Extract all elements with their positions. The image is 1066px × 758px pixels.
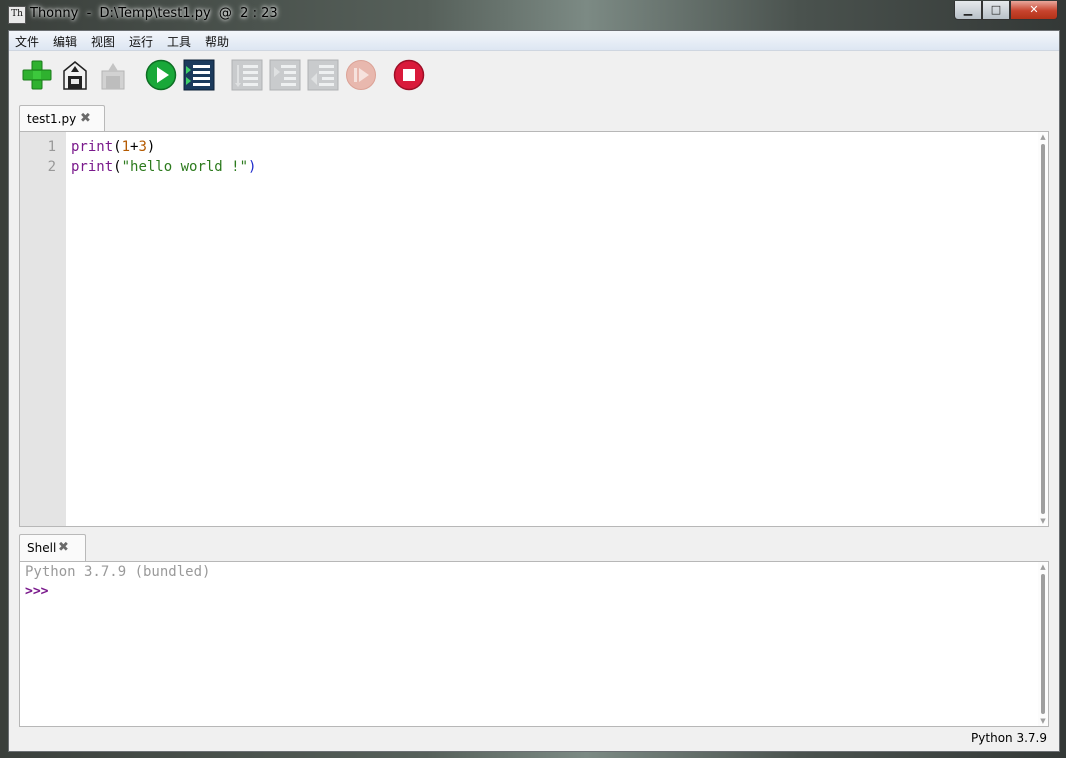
builtin-token: print <box>71 159 114 175</box>
thonny-logo-icon[interactable]: Th <box>8 6 26 24</box>
menu-edit[interactable]: 编辑 <box>53 33 77 50</box>
toolbar <box>9 51 1059 101</box>
debug-button[interactable] <box>183 59 215 91</box>
scroll-down-icon[interactable]: ▼ <box>1038 717 1048 725</box>
paren-token: ) <box>248 159 257 175</box>
scrollbar-thumb[interactable] <box>1041 144 1045 514</box>
code-editor[interactable]: 1 2 print(1+3) print("hello world !") ▲ … <box>19 131 1049 527</box>
new-file-icon <box>22 60 52 90</box>
title-bar[interactable]: Th Thonny - D:\Temp\test1.py @ 2 : 23 ▁ … <box>0 0 1066 30</box>
interpreter-status[interactable]: Python 3.7.9 <box>971 731 1047 745</box>
menu-bar: 文件 编辑 视图 运行 工具 帮助 <box>9 31 1059 51</box>
window-title: Thonny - D:\Temp\test1.py @ 2 : 23 <box>30 6 278 21</box>
number-token: 1 <box>121 139 131 155</box>
code-line[interactable]: print("hello world !") <box>71 159 256 175</box>
step-out-icon <box>307 59 339 91</box>
save-disabled-icon <box>101 63 125 90</box>
minimize-button[interactable]: ▁ <box>954 1 982 20</box>
editor-scrollbar[interactable]: ▲ ▼ <box>1038 132 1048 526</box>
tab-close-icon[interactable]: ✖ <box>80 106 91 132</box>
paren-token: ) <box>146 139 156 155</box>
save-as-button[interactable] <box>97 59 129 91</box>
menu-tools[interactable]: 工具 <box>167 33 191 50</box>
tab-label: test1.py <box>27 112 77 126</box>
resume-icon <box>346 60 376 90</box>
save-icon <box>63 61 87 90</box>
tab-test1-py[interactable]: test1.py ✖ <box>19 105 105 132</box>
tab-shell[interactable]: Shell ✖ <box>19 534 86 561</box>
window-controls: ▁ □ ✕ <box>954 1 1058 20</box>
paren-token: ( <box>113 139 122 155</box>
shell-scrollbar[interactable]: ▲ ▼ <box>1038 562 1048 726</box>
stop-button[interactable] <box>393 59 425 91</box>
stop-icon <box>393 59 425 91</box>
scroll-up-icon[interactable]: ▲ <box>1038 563 1048 571</box>
step-into-button[interactable] <box>269 59 301 91</box>
scroll-up-icon[interactable]: ▲ <box>1038 133 1048 141</box>
line-number: 2 <box>47 159 56 175</box>
string-token: "hello world !" <box>121 159 249 175</box>
tab-label: Shell <box>27 541 57 555</box>
scrollbar-thumb[interactable] <box>1041 574 1045 714</box>
step-out-button[interactable] <box>307 59 339 91</box>
step-into-icon <box>269 59 301 91</box>
menu-run[interactable]: 运行 <box>129 33 153 50</box>
close-window-button[interactable]: ✕ <box>1010 1 1058 20</box>
paren-token: ( <box>113 159 122 175</box>
menu-file[interactable]: 文件 <box>15 33 39 50</box>
menu-help[interactable]: 帮助 <box>205 33 229 50</box>
menu-view[interactable]: 视图 <box>91 33 115 50</box>
debug-icon <box>183 59 215 91</box>
scroll-down-icon[interactable]: ▼ <box>1038 517 1048 525</box>
line-number-gutter: 1 2 <box>20 132 66 526</box>
run-button[interactable] <box>145 59 177 91</box>
code-line[interactable]: print(1+3) <box>71 139 155 155</box>
number-token: 3 <box>138 139 147 155</box>
thonny-window: Th Thonny - D:\Temp\test1.py @ 2 : 23 ▁ … <box>0 0 1066 758</box>
shell-banner: Python 3.7.9 (bundled) <box>25 564 211 580</box>
maximize-button[interactable]: □ <box>982 1 1010 20</box>
line-number: 1 <box>47 139 56 155</box>
new-file-button[interactable] <box>21 59 53 91</box>
tab-close-icon[interactable]: ✖ <box>58 535 69 561</box>
save-button[interactable] <box>59 59 91 91</box>
app-client-area: 文件 编辑 视图 运行 工具 帮助 test1.py ✖ 1 2 print(1… <box>8 30 1060 752</box>
resume-button[interactable] <box>345 59 377 91</box>
step-over-icon <box>231 59 263 91</box>
shell-panel[interactable]: Python 3.7.9 (bundled) >>> ▲ ▼ <box>19 561 1049 727</box>
step-over-button[interactable] <box>231 59 263 91</box>
run-icon <box>145 59 177 91</box>
shell-prompt[interactable]: >>> <box>25 584 48 599</box>
builtin-token: print <box>71 139 114 155</box>
